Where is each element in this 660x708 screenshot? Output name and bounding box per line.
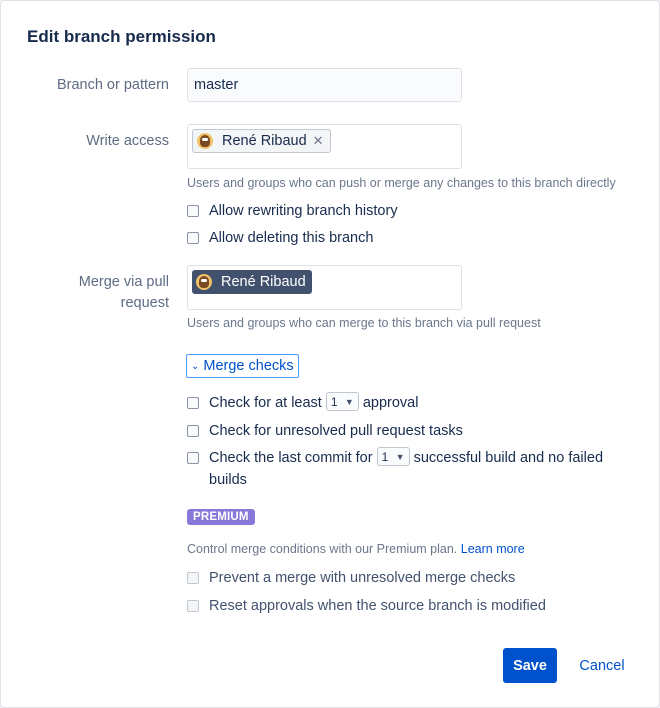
chevron-down-icon: ⌄ [191, 360, 200, 372]
write-access-user-lozenge: René Ribaud ✕ [192, 129, 331, 153]
approval-checkbox[interactable] [187, 397, 199, 409]
write-access-user-picker[interactable]: René Ribaud ✕ [187, 124, 462, 169]
premium-description: Control merge conditions with our Premiu… [187, 542, 525, 556]
write-access-label: Write access [86, 133, 169, 149]
approval-check-option[interactable]: Check for at least 1 ▼ approval [187, 392, 418, 414]
build-check-line: Check the last commit for 1 ▼ successful… [187, 447, 603, 469]
build-check-suffix: successful build and no failed [413, 450, 604, 466]
build-check-option[interactable]: Check the last commit for 1 ▼ successful… [187, 447, 603, 491]
owl-avatar-icon [196, 274, 212, 290]
build-check-checkbox[interactable] [187, 452, 199, 464]
approval-count-select[interactable]: 1 ▼ [325, 392, 359, 411]
unresolved-tasks-label: Check for unresolved pull request tasks [209, 423, 463, 439]
build-count-value: 1 [381, 449, 389, 464]
branch-label: Branch or pattern [56, 77, 169, 93]
merge-pr-user-picker[interactable]: René Ribaud [187, 265, 462, 310]
unresolved-tasks-checkbox[interactable] [187, 425, 199, 437]
reset-approvals-option: Reset approvals when the source branch i… [187, 595, 546, 617]
write-access-help: Users and groups who can push or merge a… [187, 176, 616, 190]
allow-rewriting-option[interactable]: Allow rewriting branch history [187, 200, 398, 222]
approval-suffix: approval [362, 395, 419, 411]
unresolved-tasks-option[interactable]: Check for unresolved pull request tasks [187, 420, 463, 442]
merge-checks-toggle[interactable]: ⌄ Merge checks [186, 354, 299, 378]
merge-pr-label-line2: request [120, 295, 169, 311]
prevent-merge-checkbox [187, 572, 199, 584]
merge-pr-user-lozenge[interactable]: René Ribaud [192, 270, 312, 294]
cancel-button[interactable]: Cancel [571, 648, 633, 683]
merge-checks-toggle-label: Merge checks [203, 358, 294, 374]
learn-more-link[interactable]: Learn more [461, 542, 525, 556]
build-count-select[interactable]: 1 ▼ [376, 447, 410, 466]
write-access-user-name: René Ribaud [222, 133, 307, 149]
caret-down-icon: ▼ [344, 396, 354, 407]
dialog-title: Edit branch permission [27, 27, 216, 46]
allow-rewriting-checkbox[interactable] [187, 205, 199, 217]
merge-pr-label: Merge via pull request [79, 272, 169, 314]
build-check-suffix2: builds [209, 472, 247, 488]
reset-approvals-label: Reset approvals when the source branch i… [209, 598, 546, 614]
branch-input[interactable] [187, 68, 462, 102]
allow-deleting-option[interactable]: Allow deleting this branch [187, 227, 373, 249]
allow-deleting-checkbox[interactable] [187, 232, 199, 244]
merge-pr-label-line1: Merge via pull [78, 274, 169, 290]
merge-pr-help: Users and groups who can merge to this b… [187, 316, 541, 330]
allow-rewriting-label: Allow rewriting branch history [209, 203, 398, 219]
approval-prefix: Check for at least [209, 395, 322, 411]
allow-deleting-label: Allow deleting this branch [209, 230, 374, 246]
close-icon[interactable]: ✕ [313, 133, 324, 149]
save-button[interactable]: Save [503, 648, 557, 683]
caret-down-icon: ▼ [395, 451, 405, 462]
approval-count-value: 1 [330, 394, 338, 409]
merge-pr-user-name: René Ribaud [221, 274, 306, 290]
premium-badge: PREMIUM [187, 509, 255, 525]
edit-branch-permission-dialog: Edit branch permission Branch or pattern… [0, 0, 660, 708]
build-check-prefix: Check the last commit for [209, 450, 373, 466]
reset-approvals-checkbox [187, 600, 199, 612]
owl-avatar-icon [197, 133, 213, 149]
prevent-merge-option: Prevent a merge with unresolved merge ch… [187, 567, 515, 589]
premium-description-text: Control merge conditions with our Premiu… [187, 542, 458, 556]
prevent-merge-label: Prevent a merge with unresolved merge ch… [209, 570, 516, 586]
